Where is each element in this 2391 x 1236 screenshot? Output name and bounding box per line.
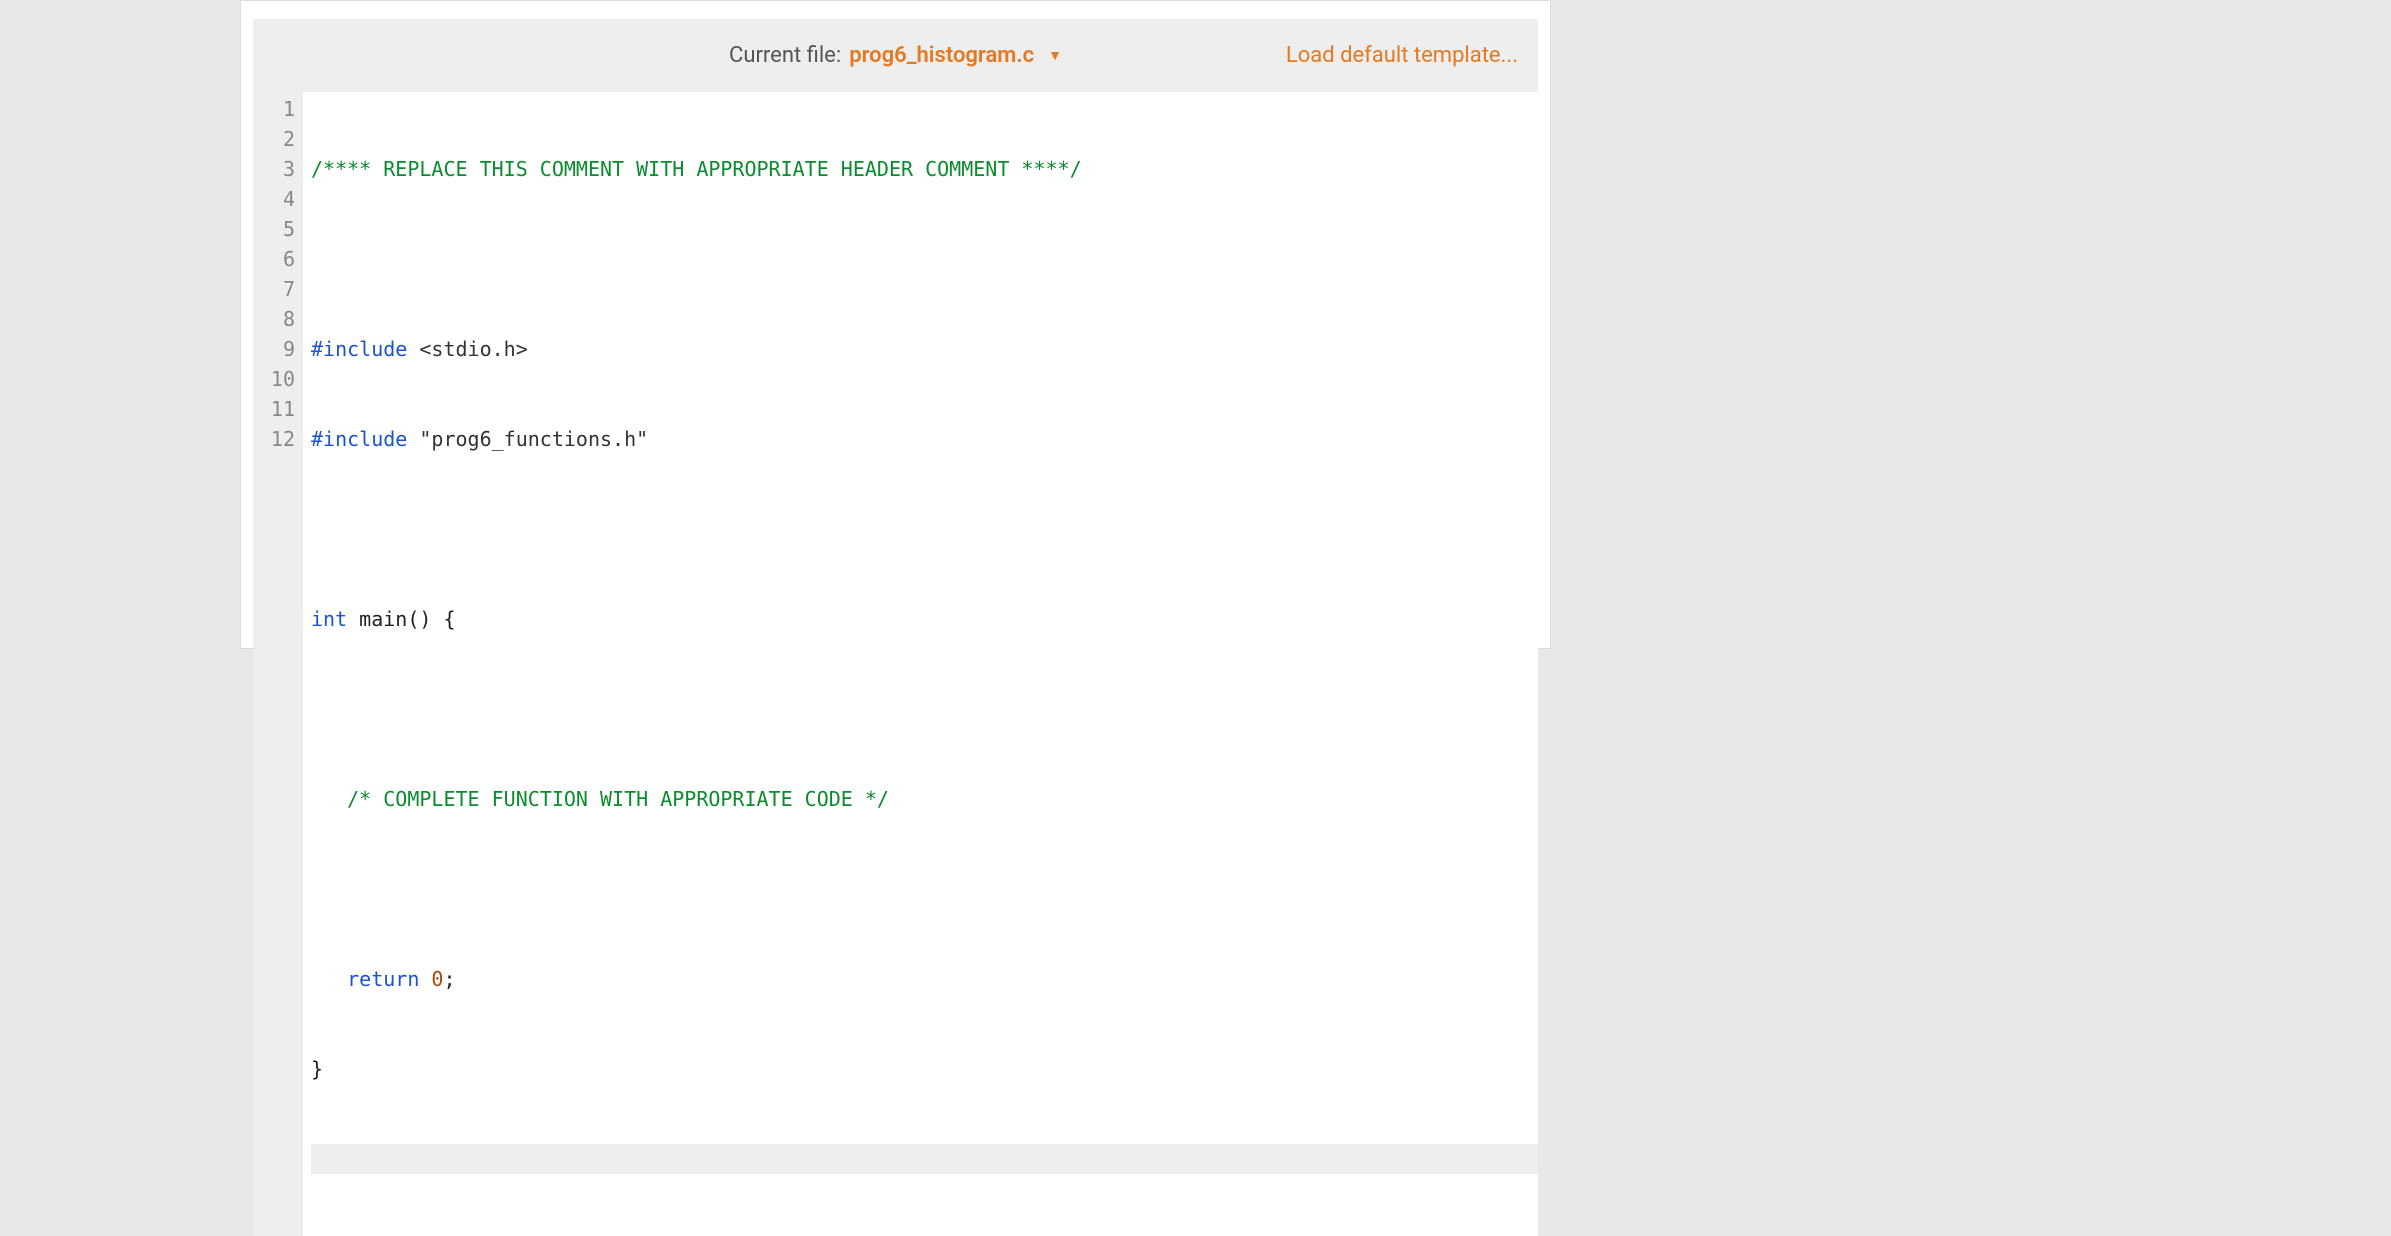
- line-number: 8: [269, 304, 295, 334]
- code-line: #include "prog6_functions.h": [311, 424, 1538, 454]
- code-token-brace: }: [311, 1057, 323, 1081]
- code-token-comment: /**** REPLACE THIS COMMENT WITH APPROPRI…: [311, 157, 1082, 181]
- code-line: int main() {: [311, 604, 1538, 634]
- code-line: [311, 874, 1538, 904]
- code-token-include-target: "prog6_functions.h": [407, 427, 648, 451]
- code-token-number: 0: [431, 967, 443, 991]
- code-token-indent: [311, 967, 347, 991]
- current-file-label: Current file:: [729, 43, 841, 68]
- line-number: 2: [269, 124, 295, 154]
- line-number: 4: [269, 184, 295, 214]
- load-default-template-link[interactable]: Load default template...: [1286, 43, 1518, 68]
- code-token-include-target: <stdio.h>: [407, 337, 527, 361]
- code-line: #include <stdio.h>: [311, 334, 1538, 364]
- code-editor[interactable]: 1 2 3 4 5 6 7 8 9 10 11 12 /**** REPLACE…: [253, 92, 1538, 1236]
- code-token-space: [419, 967, 431, 991]
- code-token-preprocessor: #include: [311, 337, 407, 361]
- line-number: 12: [269, 424, 295, 454]
- line-number: 5: [269, 214, 295, 244]
- line-number: 6: [269, 244, 295, 274]
- code-line: [311, 514, 1538, 544]
- line-number: 10: [269, 364, 295, 394]
- code-line: [311, 694, 1538, 724]
- code-token-preprocessor: #include: [311, 427, 407, 451]
- code-line: }: [311, 1054, 1538, 1084]
- code-token-keyword: return: [347, 967, 419, 991]
- line-gutter: 1 2 3 4 5 6 7 8 9 10 11 12: [253, 92, 303, 1236]
- code-line: /**** REPLACE THIS COMMENT WITH APPROPRI…: [311, 154, 1538, 184]
- line-number: 7: [269, 274, 295, 304]
- code-token-type: int: [311, 607, 347, 631]
- current-file-dropdown[interactable]: prog6_histogram.c: [849, 43, 1034, 68]
- line-number: 11: [269, 394, 295, 424]
- editor-header: Current file: prog6_histogram.c ▼ Load d…: [253, 19, 1538, 92]
- code-line: return 0;: [311, 964, 1538, 994]
- code-token-plain: main() {: [347, 607, 455, 631]
- current-file-group: Current file: prog6_histogram.c ▼: [729, 43, 1062, 68]
- code-token-punct: ;: [443, 967, 455, 991]
- code-line: [311, 244, 1538, 274]
- chevron-down-icon[interactable]: ▼: [1048, 47, 1062, 64]
- page-outer: Current file: prog6_histogram.c ▼ Load d…: [0, 0, 2391, 649]
- editor-panel: Current file: prog6_histogram.c ▼ Load d…: [240, 0, 1551, 649]
- line-number: 9: [269, 334, 295, 364]
- line-number: 3: [269, 154, 295, 184]
- code-line-active: [311, 1144, 1538, 1174]
- code-area[interactable]: /**** REPLACE THIS COMMENT WITH APPROPRI…: [303, 92, 1538, 1236]
- line-number: 1: [269, 94, 295, 124]
- code-line: /* COMPLETE FUNCTION WITH APPROPRIATE CO…: [311, 784, 1538, 814]
- code-token-comment: /* COMPLETE FUNCTION WITH APPROPRIATE CO…: [311, 787, 889, 811]
